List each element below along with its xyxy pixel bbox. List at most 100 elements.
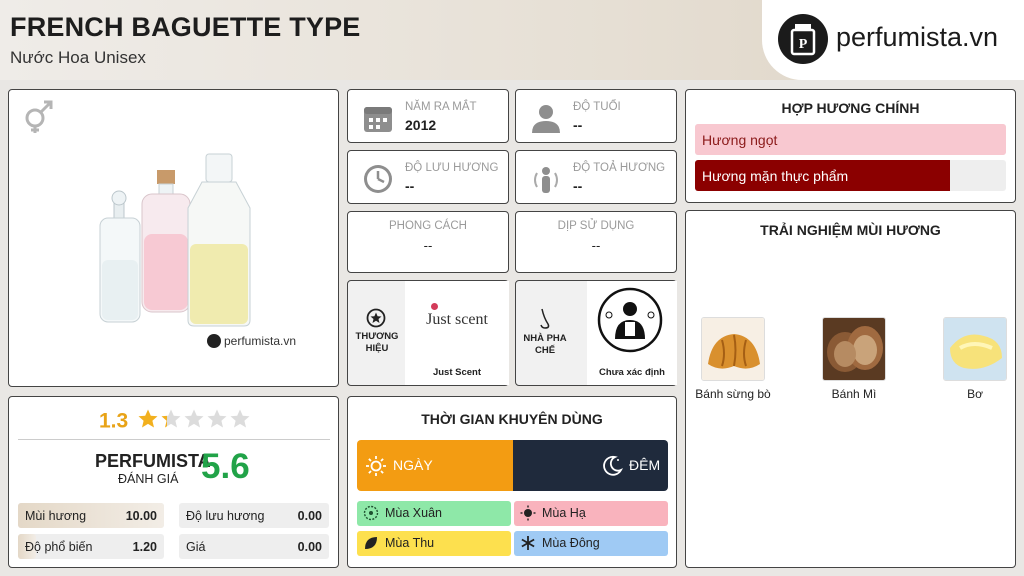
accord-bar: Hương ngọt <box>695 124 1006 155</box>
longevity-label: ĐỘ LƯU HƯƠNG <box>405 162 499 174</box>
croissant-icon <box>701 317 765 381</box>
logo-text: perfumista.vn <box>836 22 999 52</box>
bread-icon <box>822 317 886 381</box>
brand-label: THƯƠNG HIỆU <box>355 331 399 354</box>
moon-icon <box>603 455 623 476</box>
note-item-bread[interactable]: Bánh Mì <box>815 317 893 401</box>
day-label: NGÀY <box>393 457 433 473</box>
perfumer-avatar-icon <box>597 287 663 353</box>
note-item-croissant[interactable]: Bánh sừng bò <box>694 317 772 401</box>
accords-title: HỢP HƯƠNG CHÍNH <box>781 100 920 116</box>
watermark-bottle-icon <box>207 334 221 348</box>
note-label: Bánh sừng bò <box>695 387 771 401</box>
note-label: Bánh Mì <box>831 387 877 401</box>
note-item-butter[interactable]: Bơ <box>936 317 1014 401</box>
note-label: Bơ <box>967 387 983 401</box>
rating-row-value: 10.00 <box>125 509 157 523</box>
rating-row-label: Giá <box>186 540 206 554</box>
spring-flower-icon <box>363 505 379 521</box>
watermark: perfumista.vn <box>207 334 296 348</box>
perfumista-brand-label: PERFUMISTA <box>95 451 211 471</box>
notes-title: TRẢI NGHIỆM MÙI HƯƠNG <box>760 222 941 238</box>
perfumista-rating-label: ĐÁNH GIÁ <box>118 472 179 486</box>
sillage-tile: ĐỘ TOẢ HƯƠNG -- <box>515 150 677 204</box>
calendar-icon <box>364 107 392 132</box>
star-rating[interactable] <box>137 408 252 435</box>
star-icon[interactable] <box>160 408 182 430</box>
accord-bar: Hương mặn thực phẩm <box>695 160 1006 191</box>
age-value: -- <box>573 117 583 133</box>
launch-year-tile: NĂM RA MẮT 2012 <box>347 89 509 143</box>
day-indicator: NGÀY <box>357 440 513 491</box>
season-summer: Mùa Hạ <box>514 501 668 526</box>
page-header: FRENCH BAGUETTE TYPE Nước Hoa Unisex P p… <box>0 0 1024 80</box>
occasion-value: -- <box>591 238 601 253</box>
season-label: Mùa Thu <box>385 536 435 550</box>
autumn-leaf-icon <box>365 537 377 549</box>
brand-name: Just Scent <box>432 367 482 378</box>
perfume-bottles-image <box>99 153 251 327</box>
rating-row-value: 0.00 <box>297 540 322 554</box>
age-label: ĐỘ TUỔI <box>573 101 621 113</box>
launch-year-value: 2012 <box>405 117 437 133</box>
season-winter: Mùa Đông <box>514 531 668 556</box>
season-spring: Mùa Xuân <box>357 501 511 526</box>
star-icon[interactable] <box>229 408 251 430</box>
recommended-time-card: THỜI GIAN KHUYÊN DÙNG NGÀY ĐÊM Mùa Xuân <box>347 396 677 568</box>
perfumer-name: Chưa xác định <box>598 367 665 378</box>
brand-logo-panel: Just scent Just Scent <box>405 281 509 385</box>
rating-row-popularity: Độ phổ biến 1.20 <box>18 534 164 559</box>
user-rating-score: 1.3 <box>99 409 129 433</box>
perfume-bottle-logo-icon: P <box>778 14 828 64</box>
rating-row-price: Giá 0.00 <box>179 534 329 559</box>
star-icon[interactable] <box>206 408 228 430</box>
rating-row-label: Độ lưu hương <box>186 509 265 523</box>
rating-row-longevity: Độ lưu hương 0.00 <box>179 503 329 528</box>
rating-row-label: Mùi hương <box>25 509 87 523</box>
occasion-label: DỊP SỬ DỤNG <box>557 220 635 232</box>
product-image-card: perfumista.vn <box>8 89 339 387</box>
rating-row-label: Độ phổ biến <box>25 540 93 554</box>
svg-text:P: P <box>799 37 808 52</box>
occasion-tile: DỊP SỬ DỤNG -- <box>515 211 677 273</box>
style-label: PHONG CÁCH <box>389 220 467 232</box>
perfumer-tile[interactable]: NHÀ PHA CHẾ Chưa xác định <box>515 280 677 386</box>
season-label: Mùa Hạ <box>542 506 586 520</box>
winter-snowflake-icon <box>521 536 535 550</box>
clock-icon <box>364 165 392 193</box>
star-circle-icon <box>366 308 386 328</box>
longevity-value: -- <box>405 178 415 194</box>
age-tile: ĐỘ TUỔI -- <box>515 89 677 143</box>
accord-label: Hương ngọt <box>702 132 778 148</box>
launch-year-label: NĂM RA MẮT <box>405 101 477 113</box>
sun-icon <box>366 456 386 476</box>
summer-sun-icon <box>520 505 536 521</box>
page-subtitle: Nước Hoa Unisex <box>10 48 146 67</box>
season-label: Mùa Đông <box>542 536 600 550</box>
longevity-tile: ĐỘ LƯU HƯƠNG -- <box>347 150 509 204</box>
season-label: Mùa Xuân <box>385 506 442 520</box>
season-autumn: Mùa Thu <box>357 531 511 556</box>
sillage-value: -- <box>573 178 583 194</box>
brand-logo-text: Just scent <box>426 311 488 328</box>
main-accords-card: HỢP HƯƠNG CHÍNH Hương ngọt Hương mặn thự… <box>685 89 1016 203</box>
brand-logo[interactable]: P perfumista.vn <box>762 0 1024 80</box>
unisex-gender-icon <box>25 100 53 133</box>
perfumer-label: NHÀ PHA CHẾ <box>523 333 567 356</box>
star-icon[interactable] <box>183 408 205 430</box>
divider <box>18 439 330 440</box>
star-icon[interactable] <box>137 408 159 430</box>
user-rating[interactable]: 1.3 <box>99 408 252 436</box>
perfumista-score: 5.6 <box>201 447 250 486</box>
rating-row-value: 0.00 <box>297 509 322 523</box>
sillage-label: ĐỘ TOẢ HƯƠNG <box>573 162 666 174</box>
rating-row-value: 1.20 <box>132 540 157 554</box>
brand-tile[interactable]: THƯƠNG HIỆU Just scent Just Scent <box>347 280 509 386</box>
perfumer-image-panel: Chưa xác định <box>587 281 677 385</box>
style-value: -- <box>423 238 433 253</box>
butter-icon <box>943 317 1007 381</box>
nose-icon <box>540 308 550 329</box>
night-label: ĐÊM <box>629 457 661 473</box>
rating-row-scent: Mùi hương 10.00 <box>18 503 164 528</box>
style-tile: PHONG CÁCH -- <box>347 211 509 273</box>
